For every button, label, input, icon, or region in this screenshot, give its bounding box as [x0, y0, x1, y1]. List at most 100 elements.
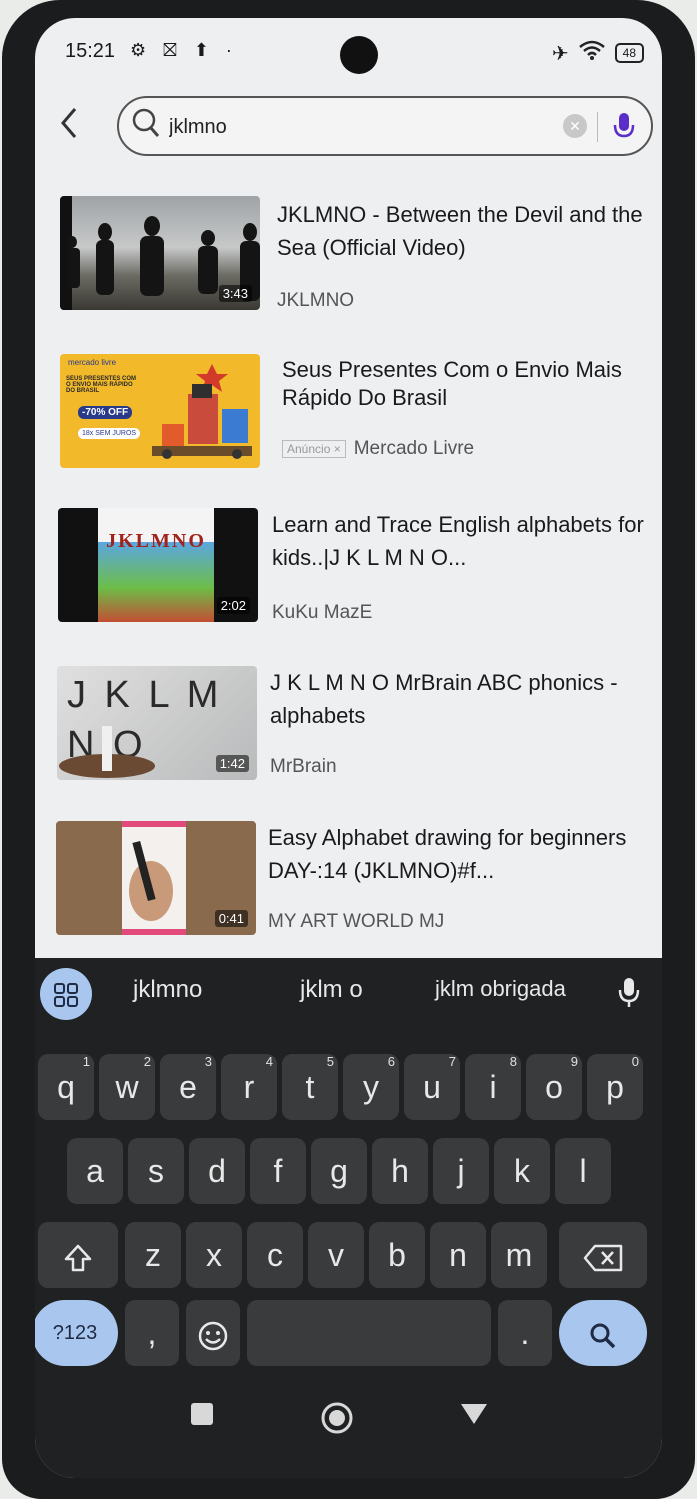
ad-advertiser: Anúncio × Mercado Livre	[282, 438, 474, 460]
key-n[interactable]: n	[430, 1222, 486, 1288]
video-thumbnail[interactable]: J K L M N O 1:42	[57, 666, 257, 780]
channel-name[interactable]: JKLMNO	[277, 290, 354, 312]
result-item[interactable]: JKLMNO 2:02 Learn and Trace English alph…	[55, 508, 655, 628]
shift-key[interactable]	[38, 1222, 118, 1288]
key-s[interactable]: s	[128, 1138, 184, 1204]
key-q[interactable]: q1	[38, 1054, 94, 1120]
result-item[interactable]: J K L M N O 1:42 J K L M N O MrBrain ABC…	[55, 666, 655, 786]
key-x[interactable]: x	[186, 1222, 242, 1288]
ad-installments: 18x SEM JUROS	[78, 428, 141, 439]
ad-brand: mercado livre	[68, 358, 117, 367]
front-camera	[340, 36, 378, 74]
search-icon	[590, 1323, 616, 1348]
key-r[interactable]: r4	[221, 1054, 277, 1120]
video-title[interactable]: J K L M N O MrBrain ABC phonics - alphab…	[270, 666, 650, 732]
channel-name[interactable]: MrBrain	[270, 756, 337, 778]
backspace-icon	[583, 1244, 623, 1271]
channel-name[interactable]: MY ART WORLD MJ	[268, 911, 444, 933]
video-duration: 1:42	[215, 755, 249, 772]
video-title[interactable]: Learn and Trace English alphabets for ki…	[272, 508, 652, 574]
airplane-icon: ✈	[551, 42, 569, 65]
channel-name[interactable]: KuKu MazE	[272, 602, 372, 624]
key-w[interactable]: w2	[99, 1054, 155, 1120]
video-thumbnail[interactable]: JKLMNO 2:02	[58, 508, 258, 622]
status-right: ✈ 48	[552, 40, 644, 66]
screen: 15:21 ⚙ ⛝ ⬆ · ✈ 48 ✕	[35, 18, 662, 1478]
suggestion-1[interactable]: jklmno	[133, 976, 202, 1004]
suggestion-2[interactable]: jklm o	[300, 976, 363, 1004]
key-m[interactable]: m	[491, 1222, 547, 1288]
suggestion-3[interactable]: jklm obrigada	[435, 976, 566, 1002]
result-item[interactable]: 0:41 Easy Alphabet drawing for beginners…	[55, 821, 655, 941]
shift-icon	[64, 1244, 92, 1271]
key-a[interactable]: a	[67, 1138, 123, 1204]
period-key[interactable]: .	[498, 1300, 552, 1366]
battery-icon: 48	[614, 43, 644, 63]
key-c[interactable]: c	[247, 1222, 303, 1288]
advertiser-name: Mercado Livre	[353, 438, 475, 459]
ad-title[interactable]: Seus Presentes Com o Envio Mais Rápido D…	[282, 356, 652, 412]
emoji-icon	[198, 1321, 228, 1350]
video-duration: 3:43	[218, 285, 252, 302]
key-l[interactable]: l	[555, 1138, 611, 1204]
ad-result-item[interactable]: mercado livre SEUS PRESENTES COM O ENVIO…	[55, 354, 655, 474]
clear-icon[interactable]: ✕	[563, 114, 587, 138]
video-duration: 2:02	[216, 597, 250, 614]
gift-illustration	[152, 364, 252, 459]
ad-thumbnail[interactable]: mercado livre SEUS PRESENTES COM O ENVIO…	[60, 354, 260, 468]
notification-icons: ⚙ ⛝ ⬆ ·	[130, 40, 238, 60]
key-d[interactable]: d	[189, 1138, 245, 1204]
video-title[interactable]: Easy Alphabet drawing for beginners DAY-…	[268, 821, 653, 887]
navigation-bar	[35, 1383, 662, 1463]
on-screen-keyboard: jklmno jklm o jklm obrigada q1 w2 e3 r4 …	[35, 958, 662, 1478]
recents-button[interactable]	[190, 1401, 214, 1433]
wifi-icon	[578, 40, 605, 66]
apps-grid-icon[interactable]	[40, 968, 92, 1020]
key-u[interactable]: u7	[404, 1054, 460, 1120]
key-y[interactable]: y6	[343, 1054, 399, 1120]
key-i[interactable]: i8	[465, 1054, 521, 1120]
key-v[interactable]: v	[308, 1222, 364, 1288]
key-f[interactable]: f	[250, 1138, 306, 1204]
home-button[interactable]	[320, 1401, 354, 1442]
status-time: 15:21	[65, 40, 116, 62]
key-k[interactable]: k	[494, 1138, 550, 1204]
triangle-down-icon	[461, 1404, 487, 1424]
search-bar: ✕	[117, 96, 653, 156]
thumb-text: JKLMNO	[106, 530, 206, 552]
key-t[interactable]: t5	[282, 1054, 338, 1120]
video-title[interactable]: JKLMNO - Between the Devil and the Sea (…	[277, 198, 655, 264]
search-key[interactable]	[559, 1300, 647, 1366]
key-z[interactable]: z	[125, 1222, 181, 1288]
key-j[interactable]: j	[433, 1138, 489, 1204]
emoji-key[interactable]	[186, 1300, 240, 1366]
status-bar: 15:21 ⚙ ⛝ ⬆ · ✈ 48	[35, 18, 662, 88]
back-nav-button[interactable]	[460, 1401, 488, 1433]
keyboard-mic-icon[interactable]	[618, 976, 640, 1015]
key-o[interactable]: o9	[526, 1054, 582, 1120]
back-button[interactable]	[59, 106, 79, 149]
comma-key[interactable]: ,	[125, 1300, 179, 1366]
video-thumbnail[interactable]: 3:43	[60, 196, 260, 310]
backspace-key[interactable]	[559, 1222, 647, 1288]
key-h[interactable]: h	[372, 1138, 428, 1204]
circle-icon	[321, 1402, 353, 1434]
video-duration: 0:41	[214, 910, 248, 927]
search-icon	[131, 107, 161, 146]
key-g[interactable]: g	[311, 1138, 367, 1204]
ad-line: SEUS PRESENTES COM O ENVIO MAIS RÁPIDO D…	[66, 376, 137, 394]
search-input[interactable]	[167, 112, 551, 142]
symbols-key[interactable]: ?123	[35, 1300, 118, 1366]
video-thumbnail[interactable]: 0:41	[56, 821, 256, 935]
ad-badge[interactable]: Anúncio ×	[282, 439, 346, 458]
suggestion-bar: jklmno jklm o jklm obrigada	[35, 958, 662, 1030]
key-b[interactable]: b	[369, 1222, 425, 1288]
result-item[interactable]: 3:43 JKLMNO - Between the Devil and the …	[55, 196, 655, 316]
square-icon	[191, 1403, 213, 1425]
voice-search-icon[interactable]	[611, 110, 637, 142]
space-bar[interactable]	[247, 1300, 491, 1366]
phone-frame: 15:21 ⚙ ⛝ ⬆ · ✈ 48 ✕	[2, 0, 695, 1499]
divider	[597, 112, 598, 142]
key-p[interactable]: p0	[587, 1054, 643, 1120]
key-e[interactable]: e3	[160, 1054, 216, 1120]
